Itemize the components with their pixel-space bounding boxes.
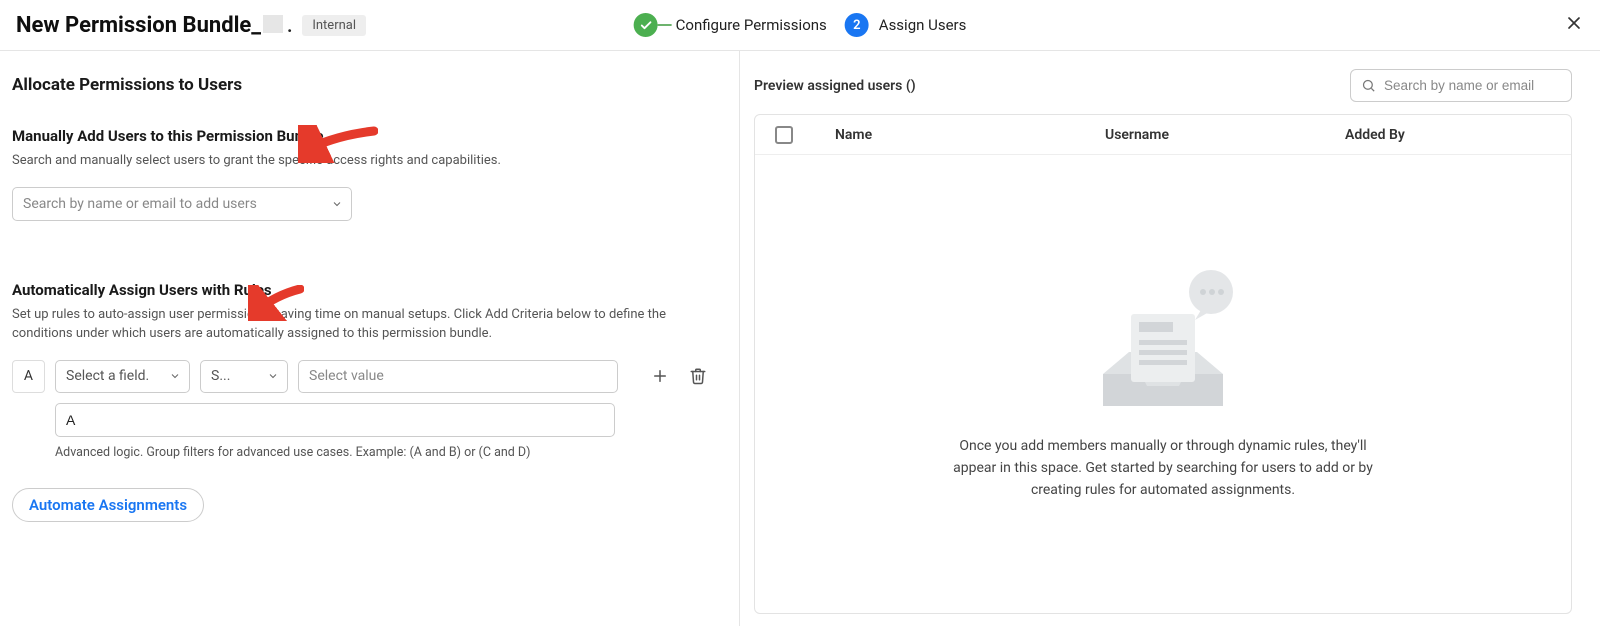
select-all-checkbox[interactable]: [775, 126, 793, 144]
user-search-select[interactable]: Search by name or email to add users: [12, 187, 352, 221]
step-label: Assign Users: [879, 16, 967, 34]
internal-badge: Internal: [302, 15, 366, 36]
content: Allocate Permissions to Users Manually A…: [0, 51, 1600, 626]
col-username: Username: [1105, 127, 1345, 143]
empty-state-text: Once you add members manually or through…: [953, 436, 1373, 501]
top-bar: New Permission Bundle_. Internal Configu…: [0, 0, 1600, 51]
checkmark-icon: [634, 13, 658, 37]
add-rule-button[interactable]: [646, 362, 674, 390]
section-heading: Allocate Permissions to Users: [12, 75, 727, 95]
advanced-logic-hint: Advanced logic. Group filters for advanc…: [55, 445, 727, 460]
step-label: Configure Permissions: [676, 16, 827, 34]
chevron-down-icon: [331, 198, 343, 210]
manual-add-desc: Search and manually select users to gran…: [12, 151, 722, 171]
rule-letter: A: [12, 360, 45, 393]
stepper: Configure Permissions 2 Assign Users: [634, 13, 967, 37]
right-pane: Preview assigned users () Name Username …: [740, 51, 1600, 626]
auto-assign-title: Automatically Assign Users with Rules: [12, 281, 727, 299]
step-number-badge: 2: [845, 13, 869, 37]
auto-assign-desc: Set up rules to auto-assign user permiss…: [12, 305, 722, 344]
title-area: New Permission Bundle_. Internal: [16, 13, 366, 38]
table-header: Name Username Added By: [755, 115, 1571, 155]
step-assign-users[interactable]: 2 Assign Users: [845, 13, 967, 37]
search-icon: [1361, 77, 1376, 94]
preview-table: Name Username Added By: [754, 114, 1572, 614]
rule-field-select[interactable]: Select a field.: [55, 360, 190, 393]
placeholder-text: S...: [211, 368, 230, 384]
placeholder-text: Select value: [309, 368, 384, 384]
placeholder-text: Select a field.: [66, 368, 149, 384]
col-name: Name: [835, 127, 1105, 143]
step-configure-permissions[interactable]: Configure Permissions: [634, 13, 827, 37]
close-button[interactable]: [1564, 13, 1584, 37]
chevron-down-icon: [169, 370, 181, 382]
advanced-logic-input[interactable]: [55, 403, 615, 437]
chevron-down-icon: [267, 370, 279, 382]
title-text: New Permission Bundle_: [16, 13, 261, 38]
title-dot: .: [287, 16, 292, 37]
delete-rule-button[interactable]: [684, 362, 712, 390]
preview-search[interactable]: [1350, 69, 1572, 102]
empty-inbox-icon: [1083, 266, 1243, 416]
rule-operator-select[interactable]: S...: [200, 360, 288, 393]
rule-value-select[interactable]: Select value: [298, 360, 618, 393]
preview-bar: Preview assigned users (): [754, 69, 1572, 102]
redacted-icon: [263, 15, 283, 33]
step-connector: [658, 24, 672, 26]
col-added-by: Added By: [1345, 127, 1551, 143]
preview-search-input[interactable]: [1384, 78, 1561, 93]
rule-row: A Select a field. S... Select value: [12, 360, 727, 393]
manual-add-title: Manually Add Users to this Permission Bu…: [12, 127, 727, 145]
empty-state: Once you add members manually or through…: [755, 155, 1571, 613]
select-all-cell: [775, 126, 835, 144]
preview-title: Preview assigned users (): [754, 78, 916, 94]
automate-assignments-button[interactable]: Automate Assignments: [12, 488, 204, 522]
page-title: New Permission Bundle_.: [16, 13, 292, 38]
left-pane: Allocate Permissions to Users Manually A…: [0, 51, 740, 626]
placeholder-text: Search by name or email to add users: [23, 196, 257, 212]
